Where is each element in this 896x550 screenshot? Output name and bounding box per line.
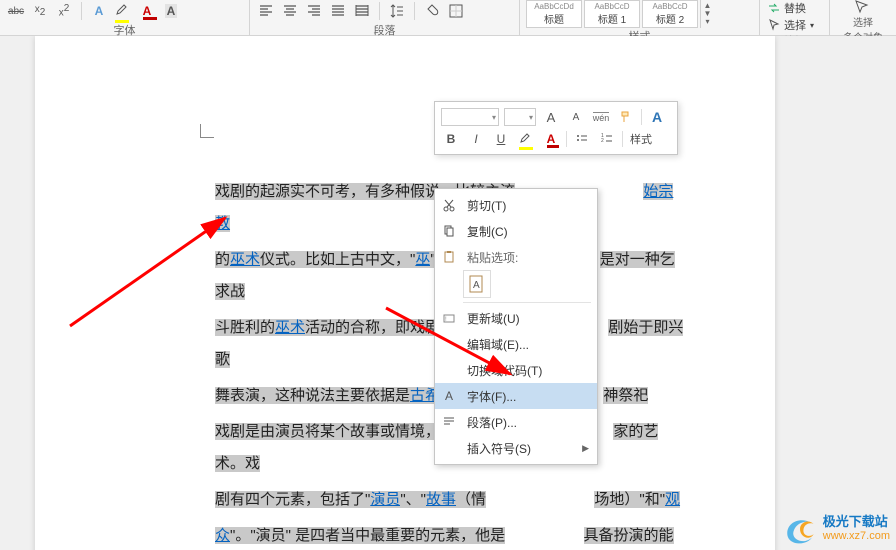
doc-link-wushu2[interactable]: 巫术 xyxy=(275,319,305,336)
align-distributed-button[interactable] xyxy=(352,2,372,20)
ctx-edit-field[interactable]: 编辑域(E)... xyxy=(435,331,597,357)
doc-link-audience2[interactable]: 众 xyxy=(215,527,230,544)
mini-font-family[interactable]: ▾ xyxy=(441,108,499,126)
mini-underline[interactable]: U xyxy=(491,129,511,149)
context-menu: 剪切(T) 复制(C) 粘贴选项: A ! 更新域(U) 编辑域(E)... 切… xyxy=(434,188,598,465)
ctx-toggle-code[interactable]: 切换域代码(T) xyxy=(435,357,597,383)
document-viewport: 戏剧的起源实不可考，有多种假说。比较主流 始宗教 的巫术仪式。比如上古中文，"巫… xyxy=(0,36,896,550)
mini-toolbar: ▾ ▾ A A wén A B I U A 12 样式 xyxy=(434,101,678,155)
mini-phonetic[interactable]: wén xyxy=(591,107,611,127)
subscript-button[interactable]: x2 xyxy=(30,2,50,20)
watermark: 极光下载站 www.xz7.com xyxy=(783,512,890,546)
mini-font-size[interactable]: ▾ xyxy=(504,108,536,126)
ribbon-bar: abc x2 x2 A A A 字体 xyxy=(0,0,896,36)
mini-italic[interactable]: I xyxy=(466,129,486,149)
svg-text:2: 2 xyxy=(601,138,604,144)
paste-text-icon: A xyxy=(467,274,487,294)
ctx-font[interactable]: A 字体(F)... xyxy=(435,383,597,409)
font-icon: A xyxy=(439,389,459,403)
ribbon-group-paragraph: 段落 xyxy=(250,0,520,35)
align-right-button[interactable] xyxy=(304,2,324,20)
line-spacing-button[interactable] xyxy=(387,2,407,20)
align-justify-button[interactable] xyxy=(328,2,348,20)
select-button[interactable]: 选择 ▾ xyxy=(768,17,821,33)
ctx-paragraph[interactable]: 段落(P)... xyxy=(435,409,597,435)
align-center-button[interactable] xyxy=(280,2,300,20)
mini-grow-font[interactable]: A xyxy=(541,107,561,127)
shading-button[interactable] xyxy=(422,2,442,20)
doc-link-audience1[interactable]: 观 xyxy=(665,491,680,508)
ctx-paste-option-keep-text[interactable]: A xyxy=(463,270,491,298)
watermark-title: 极光下载站 xyxy=(823,515,890,529)
strikethrough-button[interactable]: abc xyxy=(6,2,26,20)
text-effects-button[interactable]: A xyxy=(89,2,109,20)
ctx-copy[interactable]: 复制(C) xyxy=(435,218,597,244)
mini-styles-label[interactable]: 样式 xyxy=(630,131,652,147)
replace-button[interactable]: 替换 xyxy=(768,0,821,16)
mini-highlight[interactable] xyxy=(516,129,536,149)
watermark-url: www.xz7.com xyxy=(823,529,890,543)
doc-link-wu[interactable]: 巫 xyxy=(415,251,430,268)
doc-link-story[interactable]: 故事 xyxy=(426,491,456,508)
highlight-button[interactable] xyxy=(113,2,133,20)
ctx-separator xyxy=(463,302,591,303)
ribbon-group-font-label: 字体 xyxy=(0,22,249,36)
doc-link-actor1[interactable]: 演员 xyxy=(370,491,400,508)
mini-bold[interactable]: B xyxy=(441,129,461,149)
clipboard-icon xyxy=(439,250,459,264)
superscript-button[interactable]: x2 xyxy=(54,2,74,20)
font-color-button[interactable]: A xyxy=(137,2,157,20)
style-heading1[interactable]: AaBbCcD 标题 1 xyxy=(584,0,640,28)
ribbon-group-new: 选择 多个对象 新建组 xyxy=(830,0,896,35)
align-left-button[interactable] xyxy=(256,2,276,20)
select-objects-icon xyxy=(854,0,872,14)
mini-font-color[interactable]: A xyxy=(541,129,561,149)
ribbon-group-font: abc x2 x2 A A A 字体 xyxy=(0,0,250,35)
ribbon-group-edit: 替换 选择 ▾ 编辑 xyxy=(760,0,830,35)
refresh-icon: ! xyxy=(439,311,459,325)
ctx-insert-symbol[interactable]: 插入符号(S) ▶ xyxy=(435,435,597,461)
newgroup-select-label[interactable]: 选择 xyxy=(853,14,873,29)
ribbon-group-paragraph-label: 段落 xyxy=(250,22,519,36)
watermark-logo-icon xyxy=(783,512,817,546)
mini-bullets[interactable] xyxy=(572,129,592,149)
paragraph-icon xyxy=(439,415,459,429)
scissors-icon xyxy=(439,198,459,212)
style-gallery-more[interactable]: ▲▼▾ xyxy=(700,0,714,28)
ctx-cut[interactable]: 剪切(T) xyxy=(435,192,597,218)
style-heading[interactable]: AaBbCcDd 标题 xyxy=(526,0,582,28)
replace-icon xyxy=(768,2,780,14)
mini-numbering[interactable]: 12 xyxy=(597,129,617,149)
chevron-right-icon: ▶ xyxy=(582,443,589,454)
ribbon-group-styles: AaBbCcDd 标题 AaBbCcD 标题 1 AaBbCcD 标题 2 ▲▼… xyxy=(520,0,760,35)
svg-text:A: A xyxy=(473,280,480,291)
copy-icon xyxy=(439,224,459,238)
mini-styles-icon[interactable]: A xyxy=(647,107,667,127)
mini-format-painter[interactable] xyxy=(616,107,636,127)
ctx-update-field[interactable]: ! 更新域(U) xyxy=(435,305,597,331)
char-shading-button[interactable]: A xyxy=(161,2,181,20)
margin-mark-icon xyxy=(200,124,214,138)
doc-link-wushu1[interactable]: 巫术 xyxy=(230,251,260,268)
mini-shrink-font[interactable]: A xyxy=(566,107,586,127)
cursor-icon xyxy=(768,19,780,31)
border-button[interactable] xyxy=(446,2,466,20)
style-heading2[interactable]: AaBbCcD 标题 2 xyxy=(642,0,698,28)
ctx-paste-header: 粘贴选项: xyxy=(435,244,597,270)
